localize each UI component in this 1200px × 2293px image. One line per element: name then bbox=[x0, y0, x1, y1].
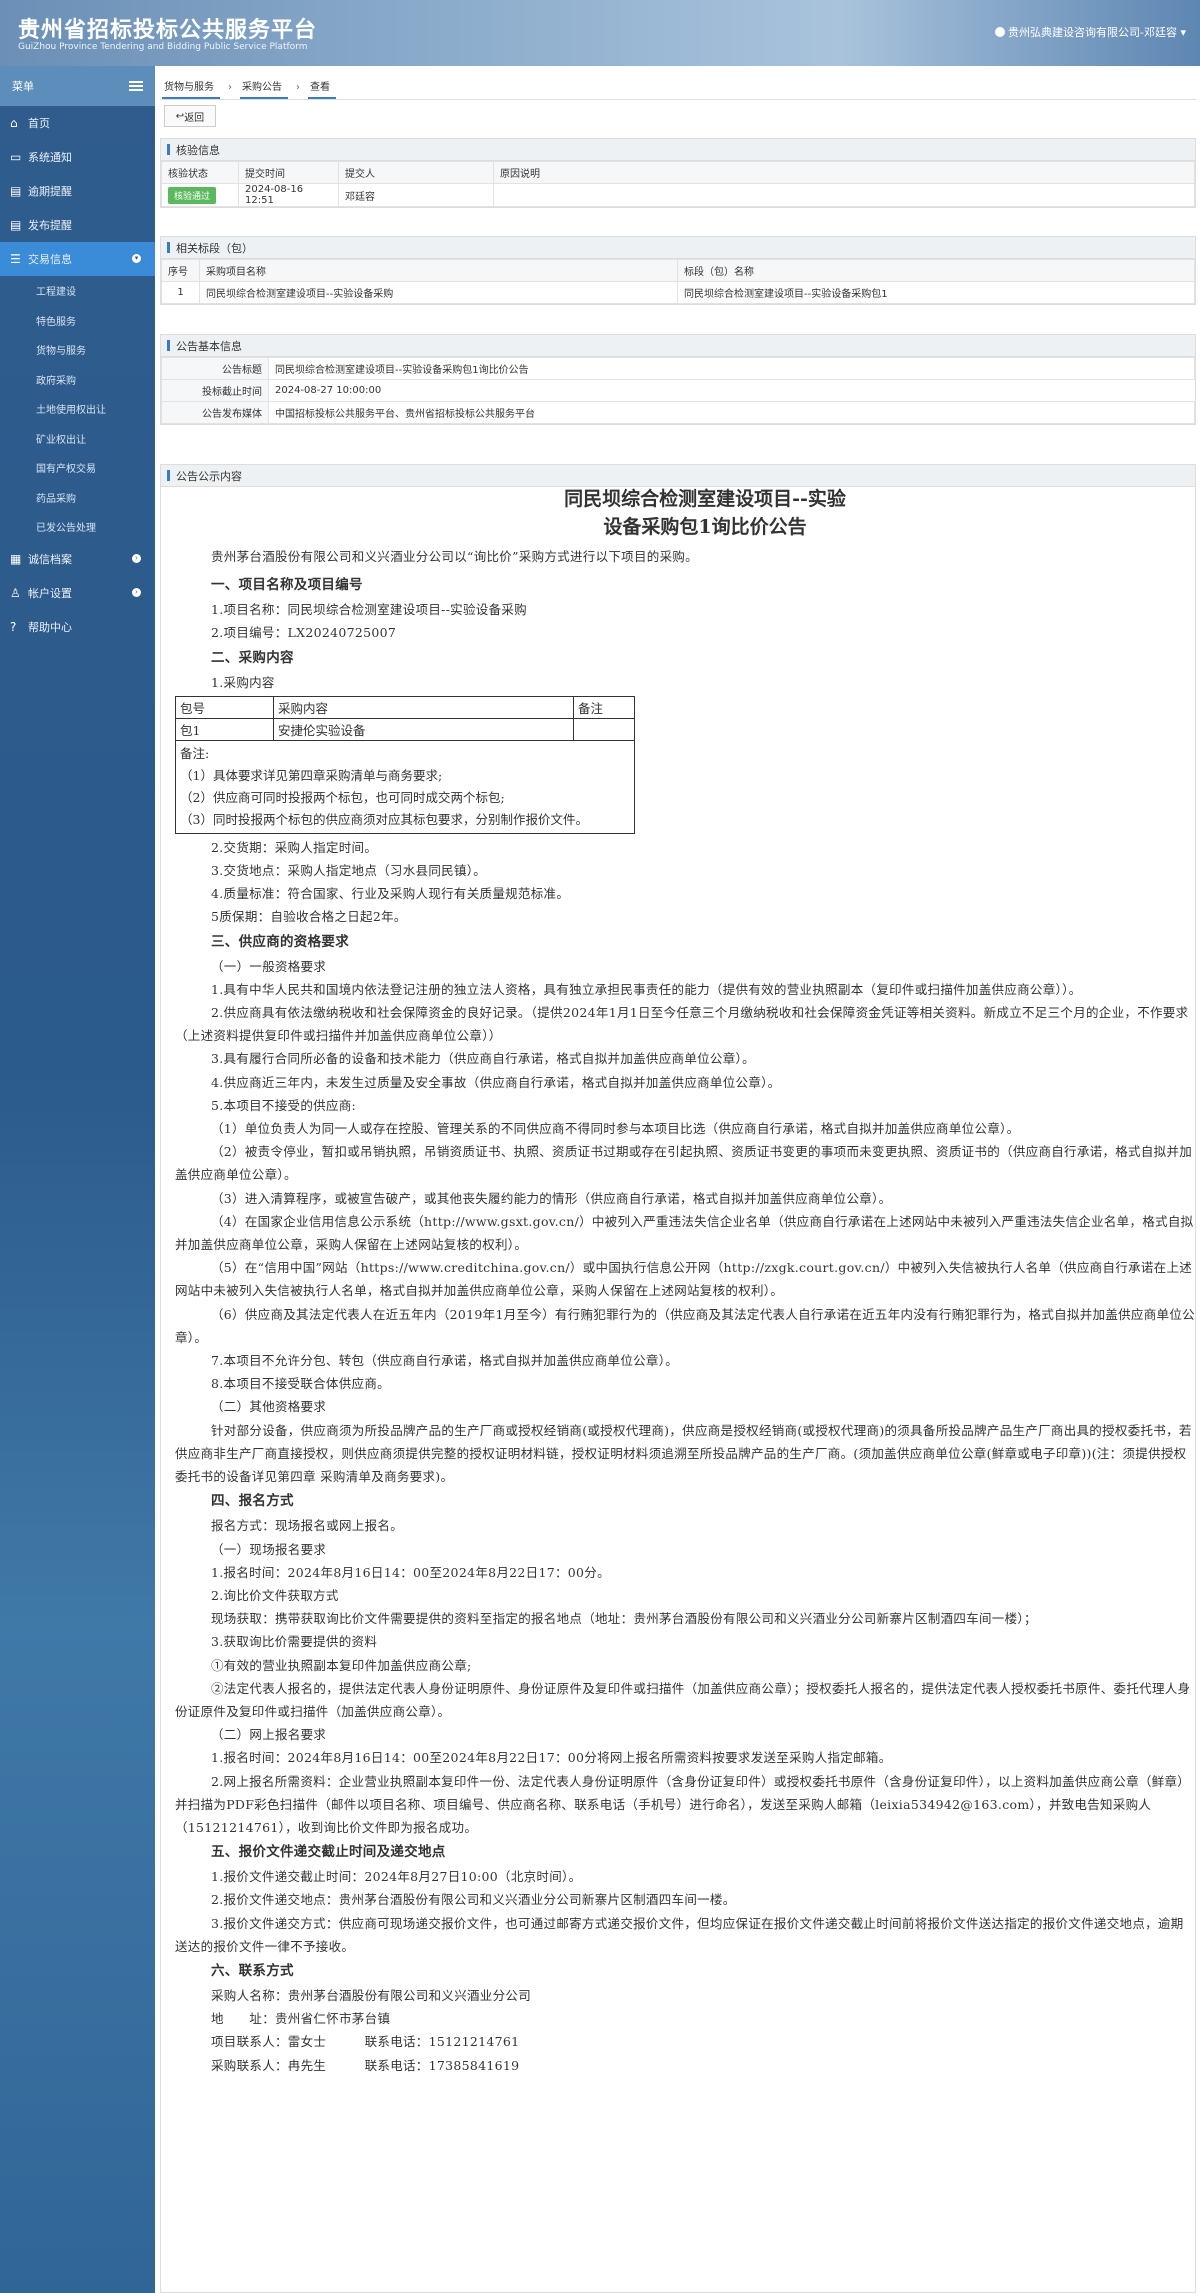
bids-table: 序号 采购项目名称 标段（包）名称 1 同民坝综合检测室建设项目--实验设备采购… bbox=[161, 259, 1195, 304]
breadcrumb-goods[interactable]: 货物与服务 bbox=[162, 78, 220, 99]
table-row: 投标截止时间 2024-08-27 10:00:00 bbox=[161, 379, 1195, 402]
sidebar-item-home[interactable]: ⌂ 首页 bbox=[0, 106, 155, 140]
check-table: 核验状态 提交时间 提交人 原因说明 核验通过 2024-08-16 12:51… bbox=[161, 161, 1195, 207]
sub-item-drug[interactable]: 药品采购 bbox=[0, 483, 155, 513]
back-button[interactable]: ↩ 返回 bbox=[164, 105, 216, 127]
monitor-icon: ▭ bbox=[10, 150, 22, 164]
doc-title: 同民坝综合检测室建设项目--实验 设备采购包1询比价公告 bbox=[564, 488, 846, 538]
status-badge: 核验通过 bbox=[168, 186, 217, 204]
platform-subtitle: GuiZhou Province Tendering and Bidding P… bbox=[18, 42, 308, 52]
sidebar-item-trade[interactable]: ☰ 交易信息 ▾ bbox=[0, 242, 155, 276]
table-row: 公告发布媒体 中国招标投标公共服务平台、贵州省招标投标公共服务平台 bbox=[161, 401, 1195, 424]
back-icon: ↩ bbox=[175, 110, 185, 122]
archive-icon: ▦ bbox=[10, 551, 22, 566]
sidebar-item-overdue[interactable]: ▤ 逾期提醒 bbox=[0, 174, 155, 208]
sub-item-land[interactable]: 土地使用权出让 bbox=[0, 394, 155, 424]
platform-title[interactable]: 贵州省招标投标公共服务平台 bbox=[18, 12, 317, 44]
calendar-icon: ▤ bbox=[10, 218, 22, 232]
help-icon: ? bbox=[10, 619, 17, 634]
breadcrumb-view[interactable]: 查看 bbox=[308, 78, 336, 99]
sub-item-published[interactable]: 已发公告处理 bbox=[0, 512, 155, 542]
panel-title: 公告公示内容 bbox=[161, 465, 1195, 487]
user-menu[interactable]: 贵州弘典建设咨询有限公司-邓廷容 ▾ bbox=[995, 24, 1186, 40]
table-row: 1 同民坝综合检测室建设项目--实验设备采购 同民坝综合检测室建设项目--实验设… bbox=[161, 281, 1195, 304]
section-heading: 一、项目名称及项目编号 bbox=[211, 577, 363, 594]
section-heading: 三、供应商的资格要求 bbox=[211, 933, 349, 950]
user-name: 贵州弘典建设咨询有限公司-邓廷容 bbox=[1008, 26, 1177, 39]
sub-item-state[interactable]: 国有产权交易 bbox=[0, 453, 155, 483]
basic-info-table: 公告标题 同民坝综合检测室建设项目--实验设备采购包1询比价公告 投标截止时间 20… bbox=[161, 357, 1195, 424]
chevron-down-icon: ▾ bbox=[132, 254, 141, 263]
table-row: 公告标题 同民坝综合检测室建设项目--实验设备采购包1询比价公告 bbox=[161, 357, 1195, 380]
sidebar-item-help[interactable]: ? 帮助中心 bbox=[0, 610, 155, 644]
doc-intro: 贵州茅台酒股份有限公司和义兴酒业分公司以“询比价”采购方式进行以下项目的采购。 bbox=[211, 549, 698, 564]
calendar-icon: ▤ bbox=[10, 184, 22, 198]
sidebar-item-notice[interactable]: ▭ 系统通知 bbox=[0, 140, 155, 174]
panel-title: 公告基本信息 bbox=[161, 335, 1195, 357]
breadcrumb-notice[interactable]: 采购公告 bbox=[240, 78, 288, 99]
home-icon: ⌂ bbox=[10, 116, 18, 130]
person-icon: ♙ bbox=[10, 585, 21, 600]
sub-item-goods[interactable]: 货物与服务 bbox=[0, 335, 155, 365]
main-content: 货物与服务 › 采购公告 › 查看 ↩ 返回 核验信息 核验状态 提交时间 提交人… bbox=[160, 66, 1196, 2293]
sub-item-special[interactable]: 特色服务 bbox=[0, 306, 155, 336]
sidebar-item-credit[interactable]: ▦ 诚信档案 › bbox=[0, 542, 155, 576]
list-icon: ☰ bbox=[10, 252, 21, 266]
section-heading: 四、报名方式 bbox=[211, 1493, 294, 1510]
section-heading: 五、报价文件递交截止时间及递交地点 bbox=[211, 1844, 446, 1861]
sidebar-item-account[interactable]: ♙ 帐户设置 › bbox=[0, 576, 155, 610]
menu-label: 菜单 bbox=[12, 80, 34, 93]
sidebar-header: 菜单 bbox=[0, 66, 155, 106]
top-header: 贵州省招标投标公共服务平台 GuiZhou Province Tendering… bbox=[0, 0, 1200, 66]
breadcrumb-separator: › bbox=[228, 82, 232, 93]
table-row: 核验通过 2024-08-16 12:51 邓廷容 bbox=[161, 183, 1195, 207]
section-heading: 六、联系方式 bbox=[211, 1962, 294, 1979]
announcement-document: 同民坝综合检测室建设项目--实验 设备采购包1询比价公告 贵州茅台酒股份有限公司和… bbox=[175, 485, 1195, 2077]
content-panel: 公告公示内容 同民坝综合检测室建设项目--实验 设备采购包1询比价公告 贵州茅台酒… bbox=[160, 464, 1196, 2293]
panel-title: 核验信息 bbox=[161, 139, 1195, 161]
package-table: 包号 采购内容 备注 包1 安捷伦实验设备 备注: （1）具体要求详见第四章采购… bbox=[175, 695, 635, 834]
sub-item-engineering[interactable]: 工程建设 bbox=[0, 276, 155, 306]
panel-title: 相关标段（包） bbox=[161, 237, 1195, 259]
chevron-right-icon: › bbox=[132, 587, 141, 597]
chevron-right-icon: › bbox=[132, 553, 141, 563]
breadcrumb: 货物与服务 › 采购公告 › 查看 bbox=[160, 66, 1196, 100]
user-icon bbox=[995, 27, 1005, 37]
hamburger-icon[interactable] bbox=[129, 81, 143, 91]
package-notes: 备注: （1）具体要求详见第四章采购清单与商务要求; （2）供应商可同时投报两个… bbox=[175, 739, 635, 834]
sub-item-mining[interactable]: 矿业权出让 bbox=[0, 424, 155, 454]
sidebar-item-publish[interactable]: ▤ 发布提醒 bbox=[0, 208, 155, 242]
sidebar: 菜单 ⌂ 首页 ▭ 系统通知 ▤ 逾期提醒 ▤ 发布提醒 ☰ 交易信息 ▾ 工程建设 特色服… bbox=[0, 66, 155, 2293]
section-heading: 二、采购内容 bbox=[211, 649, 294, 666]
table-row: 包1 安捷伦实验设备 bbox=[175, 717, 635, 741]
bids-panel: 相关标段（包） 序号 采购项目名称 标段（包）名称 1 同民坝综合检测室建设项目… bbox=[160, 236, 1196, 305]
breadcrumb-separator: › bbox=[296, 82, 300, 93]
basic-info-panel: 公告基本信息 公告标题 同民坝综合检测室建设项目--实验设备采购包1询比价公告 投… bbox=[160, 334, 1196, 425]
sub-item-gov[interactable]: 政府采购 bbox=[0, 365, 155, 395]
check-info-panel: 核验信息 核验状态 提交时间 提交人 原因说明 核验通过 2024-08-16 … bbox=[160, 138, 1196, 208]
